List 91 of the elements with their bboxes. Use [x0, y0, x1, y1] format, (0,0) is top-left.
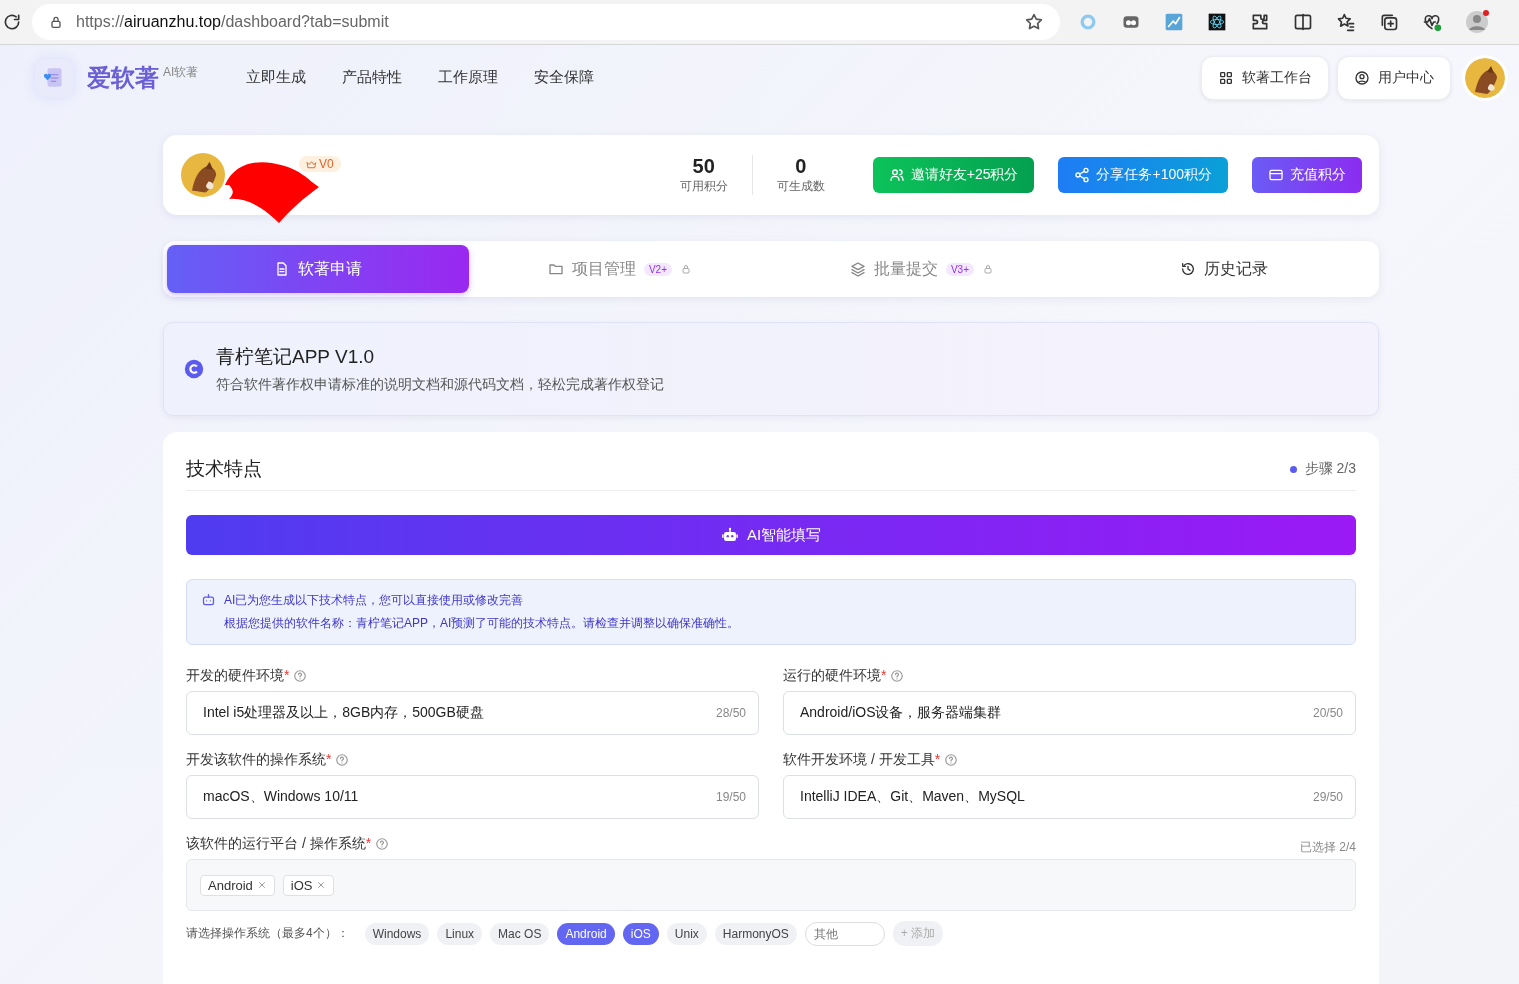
char-count: 29/50 [1312, 790, 1343, 804]
user-icon [1354, 69, 1370, 86]
field-label: 该软件的运行平台 / 操作系统* [186, 835, 372, 853]
brand-tag: AI软著 [163, 64, 199, 81]
copyright-icon [184, 359, 204, 379]
grid-icon [1218, 69, 1234, 86]
tag[interactable]: Android [200, 874, 275, 896]
nav-link[interactable]: 立即生成 [246, 68, 307, 87]
split-screen-icon[interactable] [1293, 12, 1313, 32]
recharge-button[interactable]: 充值积分 [1252, 157, 1362, 193]
url-text: https://airuanzhu.top/dashboard?tab=submit [76, 13, 389, 31]
stat-label: 可用积分 [679, 178, 728, 195]
help-icon [335, 753, 350, 767]
tag-input[interactable]: Android iOS [186, 859, 1356, 911]
input-field[interactable]: Android/iOS设备，服务器端集群 20/50 [783, 691, 1356, 735]
robot-icon [201, 592, 216, 607]
version-badge: V3+ [945, 262, 975, 276]
help-icon [375, 837, 390, 851]
robot-icon [720, 526, 739, 544]
close-icon [256, 880, 267, 890]
field-label: 开发的硬件环境* [186, 667, 290, 685]
star-icon [1024, 12, 1044, 32]
option-chip[interactable]: HarmonyOS [714, 922, 797, 945]
share-button[interactable]: 分享任务+100积分 [1058, 157, 1228, 193]
char-count: 20/50 [1312, 706, 1343, 720]
nav-link[interactable]: 安全保障 [534, 68, 595, 87]
history-icon [1180, 261, 1196, 277]
help-icon [944, 753, 959, 767]
tab[interactable]: 软著申请 [167, 245, 469, 293]
status-dot [1289, 465, 1297, 473]
input-field[interactable]: IntelliJ IDEA、Git、Maven、MySQL 29/50 [783, 775, 1356, 819]
health-icon[interactable] [1422, 12, 1442, 32]
stat-value: 0 [795, 155, 807, 178]
help-icon [293, 669, 308, 683]
other-input[interactable]: 其他 [804, 921, 885, 946]
lock-icon [680, 263, 693, 275]
avatar[interactable] [1465, 57, 1505, 98]
stat-label: 可生成数 [776, 178, 825, 195]
nav-link[interactable]: 产品特性 [342, 68, 403, 87]
option-chip[interactable]: Linux [437, 922, 483, 945]
reload-icon [2, 12, 22, 32]
user-center-button[interactable]: 用户中心 [1337, 55, 1451, 100]
field-label: 软件开发环境 / 开发工具* [783, 751, 941, 769]
close-icon [316, 880, 327, 890]
avatar[interactable] [181, 153, 225, 197]
field-label: 运行的硬件环境* [783, 667, 887, 685]
input-field[interactable]: macOS、Windows 10/11 19/50 [186, 775, 759, 819]
extension-icon[interactable] [1207, 12, 1227, 32]
favorites-icon[interactable] [1336, 12, 1356, 32]
lock-icon [982, 263, 995, 275]
brand-name[interactable]: 爱软著 [87, 61, 159, 94]
help-icon [890, 669, 905, 683]
document-icon [274, 261, 290, 277]
profile-icon[interactable] [1465, 10, 1489, 34]
crown-icon [306, 158, 317, 170]
prompt-text: 请选择操作系统（最多4个）： [186, 925, 349, 942]
option-chip[interactable]: Windows [364, 922, 430, 945]
step-text: 步骤 2/3 [1304, 460, 1356, 478]
option-chip[interactable]: iOS [622, 922, 659, 945]
folder-icon [547, 261, 564, 277]
option-chip[interactable]: Android [557, 922, 615, 945]
project-description: 符合软件著作权申请标准的说明文档和源代码文档，轻松完成著作权登记 [216, 376, 664, 394]
card-icon [1268, 167, 1284, 183]
ai-fill-button[interactable]: AI智能填写 [186, 515, 1356, 555]
version-badge: V2+ [643, 262, 673, 276]
project-title: 青柠笔记APP V1.0 [216, 345, 376, 369]
nav-link[interactable]: 工作原理 [438, 68, 499, 87]
level-badge: V0 [299, 156, 341, 172]
notice-text: 根据您提供的软件名称：青柠笔记APP，AI预测了可能的技术特点。请检查并调整以确保准确性。 [224, 615, 740, 632]
share-icon [1074, 167, 1091, 183]
selection-count: 已选择 2/4 [1300, 838, 1356, 856]
lock-icon [48, 14, 64, 30]
tab[interactable]: 批量提交 V3+ [771, 245, 1073, 293]
collections-icon[interactable] [1379, 12, 1399, 32]
address-bar[interactable]: https://airuanzhu.top/dashboard?tab=submit [32, 4, 1060, 40]
users-icon [888, 167, 905, 183]
puzzle-icon[interactable] [1250, 12, 1270, 32]
option-chip[interactable]: Mac OS [490, 922, 550, 945]
tab[interactable]: 历史记录 [1073, 245, 1375, 293]
char-count: 19/50 [715, 790, 746, 804]
input-field[interactable]: Intel i5处理器及以上，8GB内存，500GB硬盘 28/50 [186, 691, 759, 735]
layers-icon [849, 261, 866, 277]
tab[interactable]: 项目管理 V2+ [469, 245, 771, 293]
section-title: 技术特点 [186, 457, 263, 481]
option-chip[interactable]: Unix [666, 922, 707, 945]
stat-value: 50 [692, 155, 715, 178]
notice-title: AI已为您生成以下技术特点，您可以直接使用或修改完善 [224, 592, 525, 609]
workbench-button[interactable]: 软著工作台 [1201, 55, 1329, 100]
field-label: 开发该软件的操作系统* [186, 751, 332, 769]
char-count: 28/50 [715, 706, 746, 720]
tag[interactable]: iOS [282, 874, 335, 896]
